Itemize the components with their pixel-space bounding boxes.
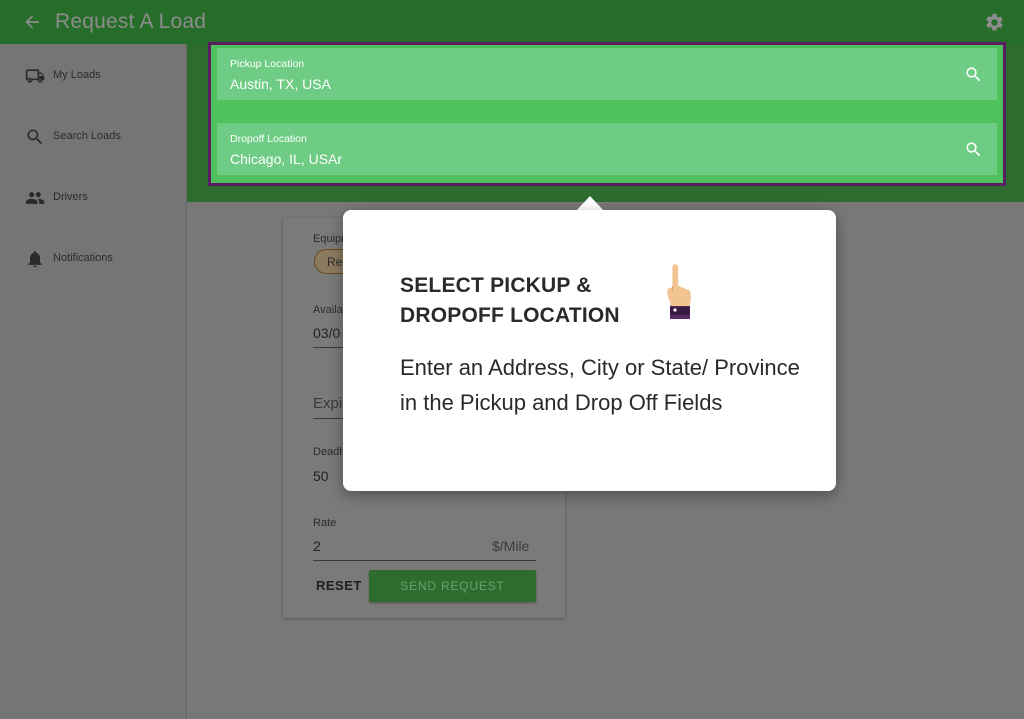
- sidebar-item-my-loads[interactable]: My Loads: [0, 56, 186, 96]
- tooltip-arrow: [576, 196, 604, 211]
- sidebar-item-notifications[interactable]: Notifications: [0, 239, 186, 279]
- dropoff-location-label: Dropoff Location: [230, 133, 307, 145]
- search-icon: [27, 129, 43, 145]
- page-title: Request A Load: [55, 10, 207, 33]
- deadhead-input[interactable]: 50: [313, 468, 329, 484]
- app-bar: Request A Load: [0, 0, 1024, 44]
- gear-icon[interactable]: [984, 12, 1005, 33]
- rate-unit: $/Mile: [492, 538, 530, 554]
- location-fields-highlight: Pickup Location Austin, TX, USA Dropoff …: [208, 42, 1006, 186]
- sidebar-item-search-loads[interactable]: Search Loads: [0, 117, 186, 157]
- reset-button[interactable]: RESET: [316, 578, 362, 593]
- tooltip-body: Enter an Address, City or State/ Provinc…: [400, 355, 800, 415]
- truck-icon: [25, 69, 45, 83]
- back-arrow-icon[interactable]: [22, 12, 42, 32]
- dropoff-location-input[interactable]: Chicago, IL, USAr: [230, 151, 342, 167]
- pointing-hand-icon: [667, 264, 691, 319]
- onboarding-tooltip: SELECT PICKUP & DROPOFF LOCATION Enter a…: [343, 210, 836, 491]
- sidebar-item-label: Notifications: [53, 252, 113, 264]
- search-icon[interactable]: [964, 140, 983, 159]
- sidebar-item-label: Search Loads: [53, 130, 121, 142]
- send-request-button[interactable]: SEND REQUEST: [369, 570, 536, 602]
- rate-label: Rate: [313, 517, 337, 529]
- deadhead-label: Deadh: [313, 446, 346, 458]
- sidebar: My Loads Search Loads Drivers Notificati…: [0, 44, 187, 719]
- available-date-label: Availa: [313, 304, 343, 316]
- rate-input[interactable]: 2: [313, 538, 321, 554]
- search-icon[interactable]: [964, 65, 983, 84]
- pickup-location-input[interactable]: Austin, TX, USA: [230, 76, 331, 92]
- dropoff-location-field[interactable]: Dropoff Location Chicago, IL, USAr: [217, 123, 997, 175]
- sidebar-item-label: Drivers: [53, 191, 88, 203]
- sidebar-item-drivers[interactable]: Drivers: [0, 178, 186, 218]
- rate-underline: [313, 560, 536, 561]
- sidebar-item-label: My Loads: [53, 69, 101, 81]
- people-icon: [25, 192, 45, 204]
- tooltip-heading: SELECT PICKUP & DROPOFF LOCATION: [400, 274, 620, 327]
- bell-icon: [28, 251, 42, 268]
- available-date-input[interactable]: 03/0: [313, 325, 340, 341]
- pickup-location-label: Pickup Location: [230, 58, 305, 70]
- pickup-location-field[interactable]: Pickup Location Austin, TX, USA: [217, 48, 997, 100]
